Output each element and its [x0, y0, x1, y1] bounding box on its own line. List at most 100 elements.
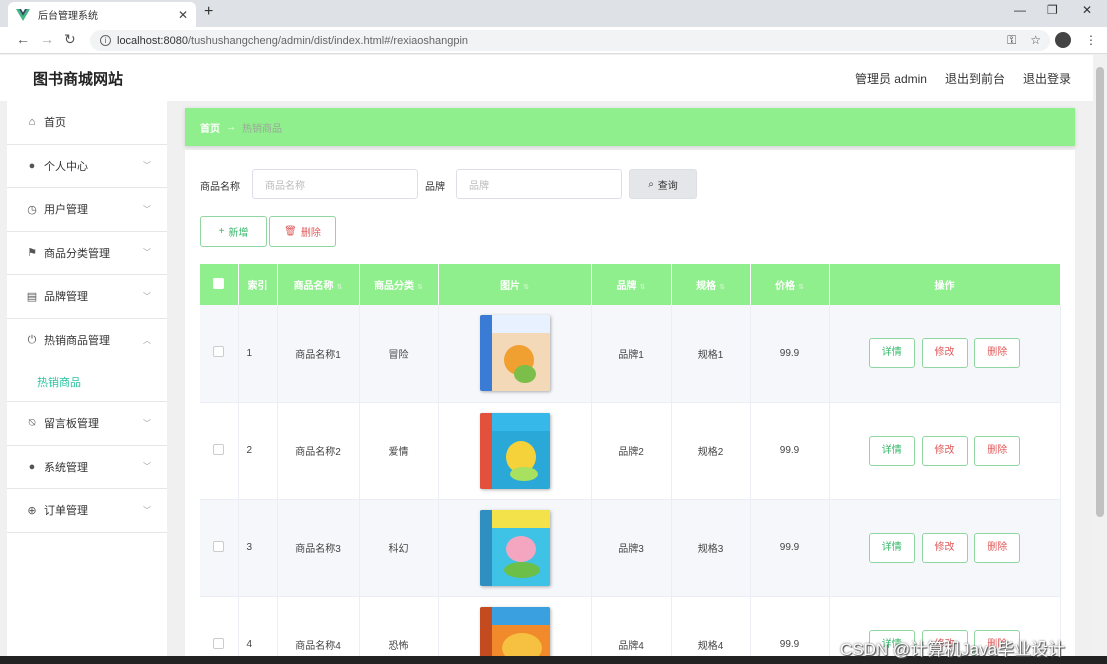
sidebar-subitem-hot-products[interactable]: 热销商品: [7, 362, 167, 402]
column-header[interactable]: 规格 ⇅: [671, 264, 751, 305]
table-row: 2 商品名称2 爱情 品牌2 规格2 99.9 详情 修改 删除: [200, 402, 1061, 500]
row-checkbox[interactable]: [213, 346, 225, 358]
add-button[interactable]: + 新增: [200, 216, 267, 247]
row-select-cell[interactable]: [200, 305, 239, 403]
sidebar-item-label: 订单管理: [44, 505, 88, 518]
row-index: 3: [238, 499, 278, 597]
back-icon[interactable]: ←: [16, 31, 30, 47]
detail-button[interactable]: 详情: [868, 338, 915, 369]
delete-button[interactable]: 删除: [974, 532, 1021, 563]
book-cover-image: [479, 315, 550, 392]
info-icon[interactable]: i: [100, 35, 111, 46]
breadcrumb: 首页 → 热销商品: [185, 108, 1075, 146]
browser-tab[interactable]: 后台管理系统 ✕: [8, 2, 196, 27]
row-actions: 详情 修改 删除: [829, 402, 1061, 500]
page-scrollbar[interactable]: [1093, 55, 1107, 661]
reload-icon[interactable]: ↻: [64, 31, 76, 48]
breadcrumb-home[interactable]: 首页: [200, 120, 220, 135]
new-tab-icon[interactable]: +: [204, 3, 213, 21]
url-path: /tushushangcheng/admin/dist/index.html#/…: [187, 34, 469, 47]
restore-icon[interactable]: ❐: [1047, 3, 1058, 17]
key-icon[interactable]: ⚿: [1007, 33, 1016, 48]
exit-to-front-link[interactable]: 退出到前台: [945, 70, 1005, 87]
row-select-cell[interactable]: [200, 596, 239, 664]
tab-close-icon[interactable]: ✕: [178, 8, 188, 22]
document-icon: ▤: [26, 290, 38, 303]
query-button[interactable]: ⌕ 查询: [629, 169, 697, 199]
add-button-label: 新增: [228, 228, 249, 239]
sidebar-item-label: 个人中心: [44, 160, 88, 173]
sidebar-item-user-management[interactable]: ◷ 用户管理 ﹀: [7, 188, 167, 232]
edit-button[interactable]: 修改: [921, 435, 968, 466]
row-checkbox[interactable]: [213, 443, 225, 455]
row-checkbox[interactable]: [213, 637, 225, 649]
detail-button[interactable]: 详情: [868, 532, 915, 563]
profile-icon[interactable]: [1055, 32, 1071, 48]
sidebar-item-hot-products[interactable]: ⏻ 热销商品管理 ︿: [7, 319, 167, 363]
column-header[interactable]: 商品名称 ⇅: [277, 264, 360, 305]
row-select-cell[interactable]: [200, 402, 239, 500]
minimize-icon[interactable]: —: [1014, 3, 1026, 17]
select-all-checkbox[interactable]: [213, 277, 225, 289]
row-image-cell: [438, 402, 592, 500]
power-icon: ⏻: [27, 333, 37, 346]
plus-icon: +: [218, 226, 225, 237]
logout-link[interactable]: 退出登录: [1023, 70, 1071, 87]
batch-delete-button[interactable]: 🗑 删除: [269, 216, 336, 247]
column-header[interactable]: 商品分类 ⇅: [359, 264, 439, 305]
row-actions: 详情 修改 删除: [829, 499, 1061, 597]
row-name: 商品名称4: [277, 596, 360, 664]
select-all-cell[interactable]: [200, 264, 239, 305]
scrollbar-thumb[interactable]: [1096, 67, 1104, 517]
sort-icon[interactable]: ⇅: [798, 284, 804, 291]
app-header: 图书商城网站 管理员 admin 退出到前台 退出登录: [0, 55, 1107, 101]
sidebar-item-home[interactable]: ⌂ 首页: [7, 101, 167, 145]
sort-icon[interactable]: ⇅: [337, 284, 343, 291]
brand-search-input[interactable]: 品牌: [456, 169, 622, 199]
row-select-cell[interactable]: [200, 499, 239, 597]
more-menu-icon[interactable]: ⋮: [1085, 33, 1097, 47]
home-icon: ⌂: [28, 116, 36, 129]
url-field[interactable]: i localhost:8080/tushushangcheng/admin/d…: [90, 30, 1050, 51]
row-brand: 品牌3: [591, 499, 672, 597]
column-header[interactable]: 价格 ⇅: [750, 264, 830, 305]
column-header-label: 操作: [934, 281, 955, 292]
query-button-label: 查询: [657, 180, 678, 192]
sidebar-item-system-management[interactable]: ● 系统管理 ﹀: [7, 446, 167, 489]
row-brand: 品牌1: [591, 305, 672, 403]
sidebar-item-category-management[interactable]: ⚑ 商品分类管理 ﹀: [7, 232, 167, 275]
row-actions: 详情 修改 删除: [829, 305, 1061, 403]
edit-button[interactable]: 修改: [921, 532, 968, 563]
sidebar-item-message-board[interactable]: ⍉ 留言板管理 ﹀: [7, 402, 167, 446]
chevron-down-icon: ﹀: [143, 462, 151, 472]
sort-icon[interactable]: ⇅: [523, 284, 529, 291]
row-spec: 规格2: [671, 402, 751, 500]
delete-button[interactable]: 删除: [974, 338, 1021, 369]
name-search-input[interactable]: 商品名称: [252, 169, 418, 199]
sidebar-item-order-management[interactable]: ⊕ 订单管理 ﹀: [7, 489, 167, 533]
row-image-cell: [438, 305, 592, 403]
row-brand: 品牌2: [591, 402, 672, 500]
window-close-icon[interactable]: ✕: [1082, 3, 1092, 17]
column-header: 操作: [829, 264, 1061, 305]
column-header[interactable]: 品牌 ⇅: [591, 264, 672, 305]
column-header-label: 索引: [247, 281, 268, 292]
sidebar-item-personal-center[interactable]: ● 个人中心 ﹀: [7, 145, 167, 188]
forward-icon[interactable]: →: [40, 31, 54, 47]
edit-button[interactable]: 修改: [921, 338, 968, 369]
browser-tab-bar: 后台管理系统 ✕ + — ❐ ✕: [0, 0, 1107, 27]
admin-user-label: 管理员 admin: [854, 72, 927, 86]
sort-icon[interactable]: ⇅: [640, 284, 646, 291]
star-icon[interactable]: ☆: [1030, 33, 1041, 47]
flag-icon: ⚑: [27, 247, 37, 260]
column-header[interactable]: 图片 ⇅: [438, 264, 592, 305]
detail-button[interactable]: 详情: [868, 435, 915, 466]
sort-icon[interactable]: ⇅: [417, 284, 423, 291]
delete-button[interactable]: 删除: [974, 435, 1021, 466]
sidebar-item-brand-management[interactable]: ▤ 品牌管理 ﹀: [7, 275, 167, 319]
sidebar-item-label: 品牌管理: [44, 291, 88, 304]
row-category: 科幻: [359, 499, 439, 597]
row-checkbox[interactable]: [213, 540, 225, 552]
user-icon: ●: [28, 460, 36, 473]
sort-icon[interactable]: ⇅: [719, 284, 725, 291]
